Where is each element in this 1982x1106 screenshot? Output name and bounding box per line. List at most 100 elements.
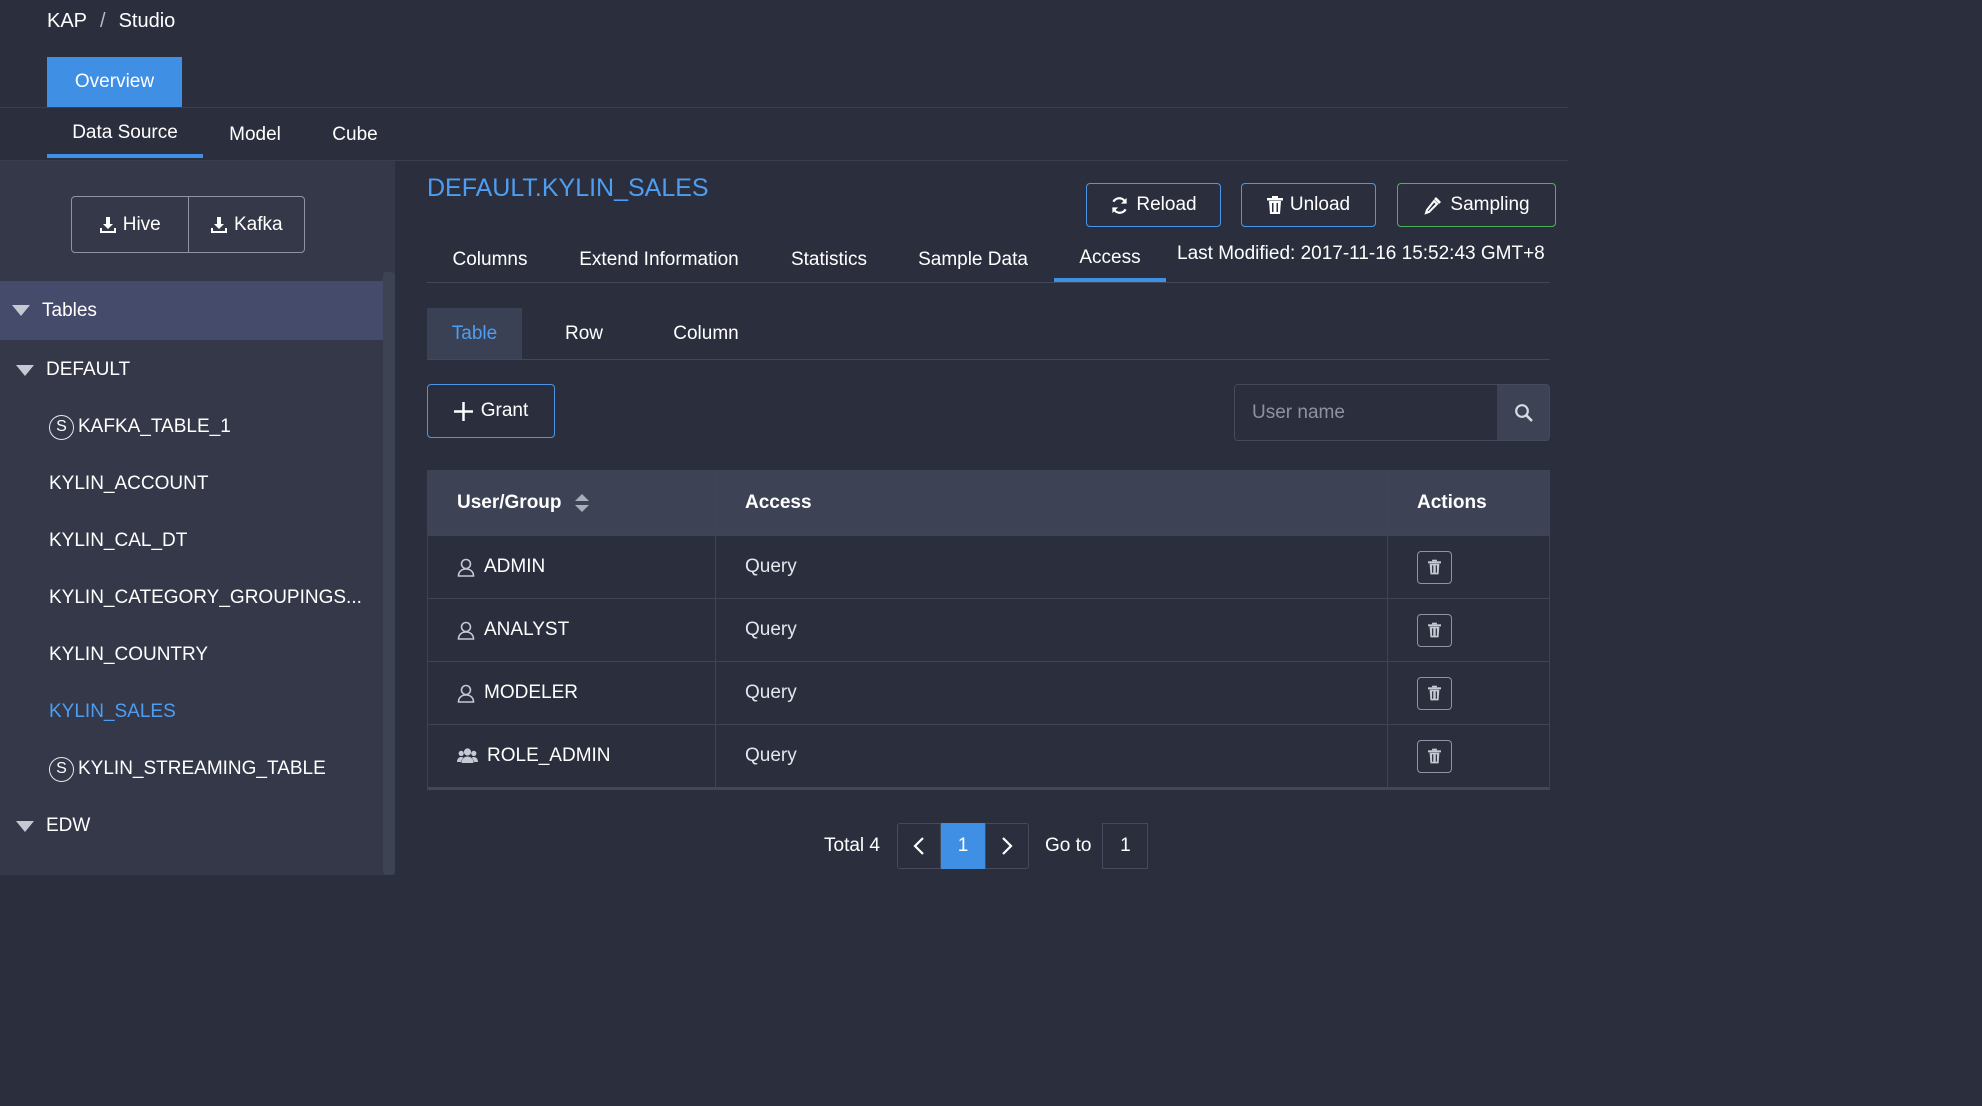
access-cell: Query — [716, 536, 1388, 598]
column-header-actions: Actions — [1388, 471, 1549, 535]
table-row: ADMIN Query — [428, 535, 1549, 598]
tables-header-label: Tables — [42, 299, 97, 321]
trash-icon — [1428, 622, 1441, 638]
actions-cell — [1388, 662, 1549, 724]
sort-icon[interactable] — [574, 493, 590, 513]
table-node-kylin-streaming-table[interactable]: S KYLIN_STREAMING_TABLE — [49, 749, 326, 789]
next-page-button[interactable] — [984, 823, 1029, 869]
breadcrumb: KAP / Studio — [47, 10, 175, 33]
page-number-button[interactable]: 1 — [940, 823, 985, 869]
breadcrumb-root[interactable]: KAP — [47, 10, 87, 33]
table-node-label: KYLIN_ACCOUNT — [49, 473, 209, 494]
prev-page-button[interactable] — [896, 823, 941, 869]
grant-label: Grant — [480, 400, 529, 421]
access-cell: Query — [716, 662, 1388, 724]
column-header-user-group[interactable]: User/Group — [428, 471, 716, 535]
user-search — [1234, 384, 1550, 441]
trash-icon — [1428, 685, 1441, 701]
access-value: Query — [745, 619, 797, 640]
tab-row-access[interactable]: Row — [537, 308, 631, 360]
caret-down-icon — [12, 305, 30, 316]
reload-label: Reload — [1136, 194, 1197, 215]
trash-icon — [1428, 748, 1441, 764]
user-group-icon — [457, 747, 478, 765]
tab-sample-data[interactable]: Sample Data — [900, 238, 1046, 282]
table-header-row: User/Group Access Actions — [428, 471, 1549, 535]
last-modified-text: Last Modified: 2017-11-16 15:52:43 GMT+8 — [1177, 243, 1545, 264]
actions-cell — [1388, 536, 1549, 598]
user-icon — [457, 621, 475, 640]
grant-button[interactable]: Grant — [427, 384, 555, 438]
access-cell: Query — [716, 599, 1388, 661]
table-node-kafka-table-1[interactable]: S KAFKA_TABLE_1 — [49, 407, 231, 447]
table-row: ROLE_ADMIN Query — [428, 724, 1549, 787]
table-node-label: KYLIN_CATEGORY_GROUPINGS... — [49, 587, 362, 608]
database-node-edw[interactable]: EDW — [0, 806, 90, 846]
access-value: Query — [745, 745, 797, 766]
table-node-kylin-cal-dt[interactable]: KYLIN_CAL_DT — [49, 521, 187, 561]
import-hive-label: Hive — [122, 213, 161, 235]
column-header-label: User/Group — [457, 492, 562, 513]
tab-statistics[interactable]: Statistics — [770, 238, 888, 282]
search-button[interactable] — [1497, 385, 1549, 440]
access-tabs-divider — [427, 359, 1550, 360]
delete-button[interactable] — [1417, 739, 1452, 773]
delete-button[interactable] — [1417, 550, 1452, 584]
table-row: MODELER Query — [428, 661, 1549, 724]
actions-cell — [1388, 599, 1549, 661]
import-kafka-button[interactable]: Kafka — [187, 197, 305, 252]
tab-table-access[interactable]: Table — [427, 308, 522, 360]
tab-column-access[interactable]: Column — [655, 308, 757, 360]
sidebar-scrollbar[interactable] — [383, 272, 395, 875]
user-name: ANALYST — [484, 619, 570, 640]
tab-cube[interactable]: Cube — [315, 112, 395, 158]
tab-overview[interactable]: Overview — [47, 57, 182, 107]
goto-page-input[interactable] — [1102, 823, 1149, 869]
actions-cell — [1388, 725, 1549, 787]
column-header-access: Access — [716, 471, 1388, 535]
sampling-button[interactable]: Sampling — [1397, 183, 1556, 227]
reload-button[interactable]: Reload — [1086, 183, 1221, 227]
database-node-default[interactable]: DEFAULT — [0, 350, 130, 390]
tables-tree-header[interactable]: Tables — [0, 281, 383, 340]
search-icon — [1514, 404, 1532, 422]
unload-button[interactable]: Unload — [1241, 183, 1376, 227]
table-node-label: KAFKA_TABLE_1 — [78, 416, 231, 437]
trash-icon — [1428, 559, 1441, 575]
table-row: ANALYST Query — [428, 598, 1549, 661]
streaming-badge-icon: S — [49, 756, 74, 782]
delete-button[interactable] — [1417, 676, 1452, 710]
tab-data-source[interactable]: Data Source — [47, 112, 203, 158]
download-icon — [99, 216, 116, 233]
tabs-divider — [427, 282, 1550, 283]
page-title: DEFAULT.KYLIN_SALES — [427, 174, 709, 202]
breadcrumb-separator: / — [100, 10, 106, 32]
tab-extend-information[interactable]: Extend Information — [560, 238, 758, 282]
table-node-kylin-account[interactable]: KYLIN_ACCOUNT — [49, 464, 208, 504]
caret-down-icon — [16, 364, 34, 376]
user-icon — [457, 684, 475, 703]
sampling-label: Sampling — [1450, 194, 1530, 215]
user-icon — [457, 558, 475, 577]
table-node-kylin-category-groupings[interactable]: KYLIN_CATEGORY_GROUPINGS... — [49, 578, 362, 618]
database-label: EDW — [46, 815, 91, 836]
chevron-left-icon — [913, 837, 924, 855]
access-value: Query — [745, 682, 797, 703]
goto-label: Go to — [1044, 835, 1092, 856]
tab-access[interactable]: Access — [1054, 238, 1166, 282]
column-header-label: Actions — [1417, 492, 1487, 513]
tab-columns[interactable]: Columns — [427, 238, 553, 282]
user-cell: ANALYST — [428, 599, 716, 661]
user-name-search-input[interactable] — [1235, 385, 1497, 440]
import-kafka-label: Kafka — [233, 213, 283, 235]
access-table: User/Group Access Actions ADMIN Query AN… — [427, 470, 1550, 790]
delete-button[interactable] — [1417, 613, 1452, 647]
import-hive-button[interactable]: Hive — [72, 197, 188, 252]
table-node-kylin-country[interactable]: KYLIN_COUNTRY — [49, 635, 208, 675]
table-node-kylin-sales[interactable]: KYLIN_SALES — [49, 692, 176, 732]
tab-model[interactable]: Model — [212, 112, 298, 158]
group-cell: ROLE_ADMIN — [428, 725, 716, 787]
table-node-label: KYLIN_CAL_DT — [49, 530, 188, 551]
access-cell: Query — [716, 725, 1388, 787]
user-name: MODELER — [484, 682, 578, 703]
